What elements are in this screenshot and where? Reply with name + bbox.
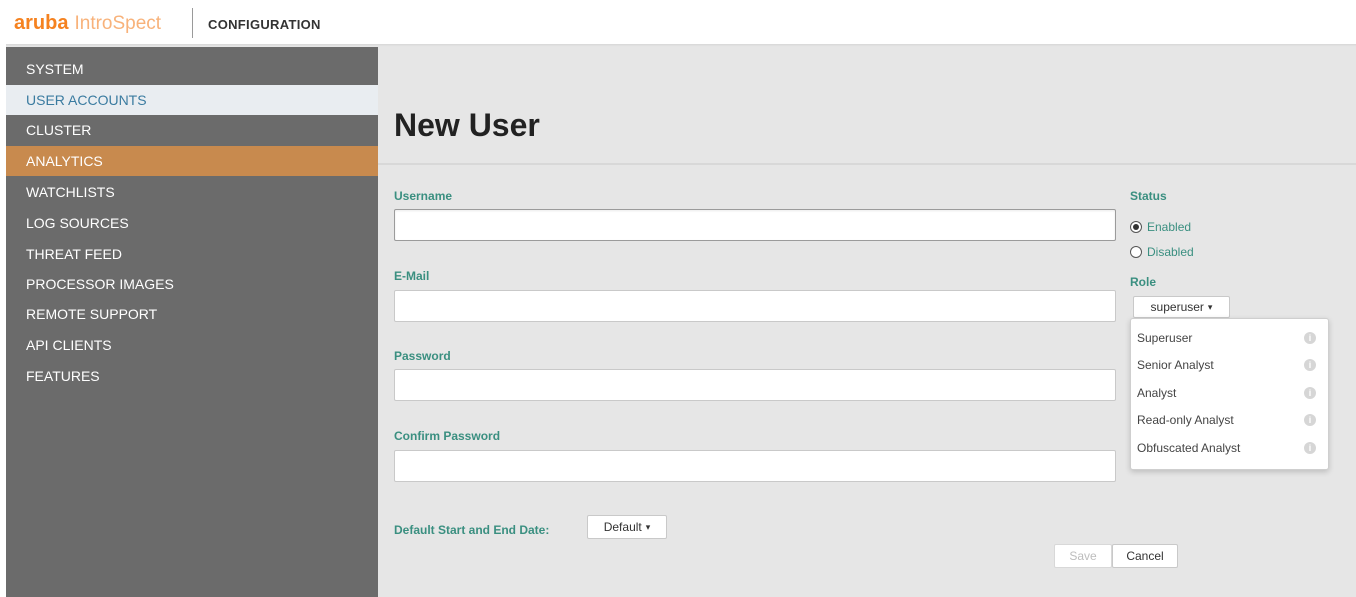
section-title: CONFIGURATION [208,17,321,32]
role-option-analyst[interactable]: Analyst i [1131,380,1326,407]
sidebar-item-processor-images[interactable]: PROCESSOR IMAGES [6,269,378,299]
sidebar-item-system[interactable]: SYSTEM [6,54,378,84]
confirm-password-label: Confirm Password [394,429,501,443]
sidebar: SYSTEM USER ACCOUNTS CLUSTER ANALYTICS W… [6,47,378,597]
brand-name: aruba [14,12,69,34]
sidebar-item-watchlists[interactable]: WATCHLISTS [6,177,378,207]
default-date-selected: Default [603,520,642,534]
caret-down-icon: ▾ [1207,301,1213,312]
role-dropdown-menu: Superuser i Senior Analyst i Analyst i R… [1130,318,1329,470]
status-enabled-option[interactable]: Enabled [1130,220,1191,234]
sidebar-item-remote-support[interactable]: REMOTE SUPPORT [6,299,378,329]
default-date-dropdown[interactable]: Default ▾ [587,515,667,539]
aruba-introspect-logo[interactable]: aruba IntroSpect [14,12,161,34]
role-option-read-only-analyst[interactable]: Read-only Analyst i [1131,407,1326,434]
role-selected-value: superuser [1150,300,1204,314]
sidebar-item-api-clients[interactable]: API CLIENTS [6,330,378,360]
email-input[interactable] [394,290,1116,322]
cancel-button[interactable]: Cancel [1112,544,1178,568]
role-option-superuser[interactable]: Superuser i [1131,325,1326,352]
status-enabled-label: Enabled [1147,220,1192,234]
role-option-label: Superuser [1137,331,1193,345]
role-option-label: Obfuscated Analyst [1137,441,1241,455]
page-title: New User [394,107,540,143]
info-icon[interactable]: i [1304,414,1316,426]
save-button[interactable]: Save [1054,544,1112,568]
role-dropdown[interactable]: superuser ▾ [1133,296,1230,318]
role-option-label: Analyst [1137,386,1177,400]
info-icon[interactable]: i [1304,359,1316,371]
sidebar-item-cluster[interactable]: CLUSTER [6,115,378,145]
email-label: E-Mail [394,269,430,283]
main-panel: New User Username E-Mail Password Confir… [378,47,1356,597]
role-option-obfuscated-analyst[interactable]: Obfuscated Analyst i [1131,435,1326,462]
sidebar-item-analytics[interactable]: ANALYTICS [6,146,378,176]
sidebar-item-user-accounts[interactable]: USER ACCOUNTS [6,85,378,115]
password-input[interactable] [394,369,1116,401]
default-date-label: Default Start and End Date: [394,523,550,537]
sidebar-item-threat-feed[interactable]: THREAT FEED [6,239,378,269]
title-divider [378,163,1356,165]
role-option-senior-analyst[interactable]: Senior Analyst i [1131,352,1326,379]
product-name: IntroSpect [74,13,162,34]
username-label: Username [394,189,453,203]
info-icon[interactable]: i [1304,442,1316,454]
status-disabled-option[interactable]: Disabled [1130,245,1194,259]
top-bar: aruba IntroSpect CONFIGURATION [0,0,1356,44]
username-input[interactable] [394,209,1116,241]
confirm-password-input[interactable] [394,450,1116,482]
status-disabled-label: Disabled [1147,245,1194,259]
caret-down-icon: ▾ [645,521,651,532]
password-label: Password [394,349,451,363]
info-icon[interactable]: i [1304,387,1316,399]
radio-checked-icon[interactable] [1130,221,1142,233]
sidebar-item-log-sources[interactable]: LOG SOURCES [6,208,378,238]
status-label: Status [1130,189,1167,203]
radio-unchecked-icon[interactable] [1130,246,1142,258]
info-icon[interactable]: i [1304,332,1316,344]
sidebar-item-features[interactable]: FEATURES [6,361,378,391]
role-label: Role [1130,275,1157,289]
role-option-label: Read-only Analyst [1137,413,1234,427]
header-divider [192,8,193,38]
role-option-label: Senior Analyst [1137,358,1214,372]
